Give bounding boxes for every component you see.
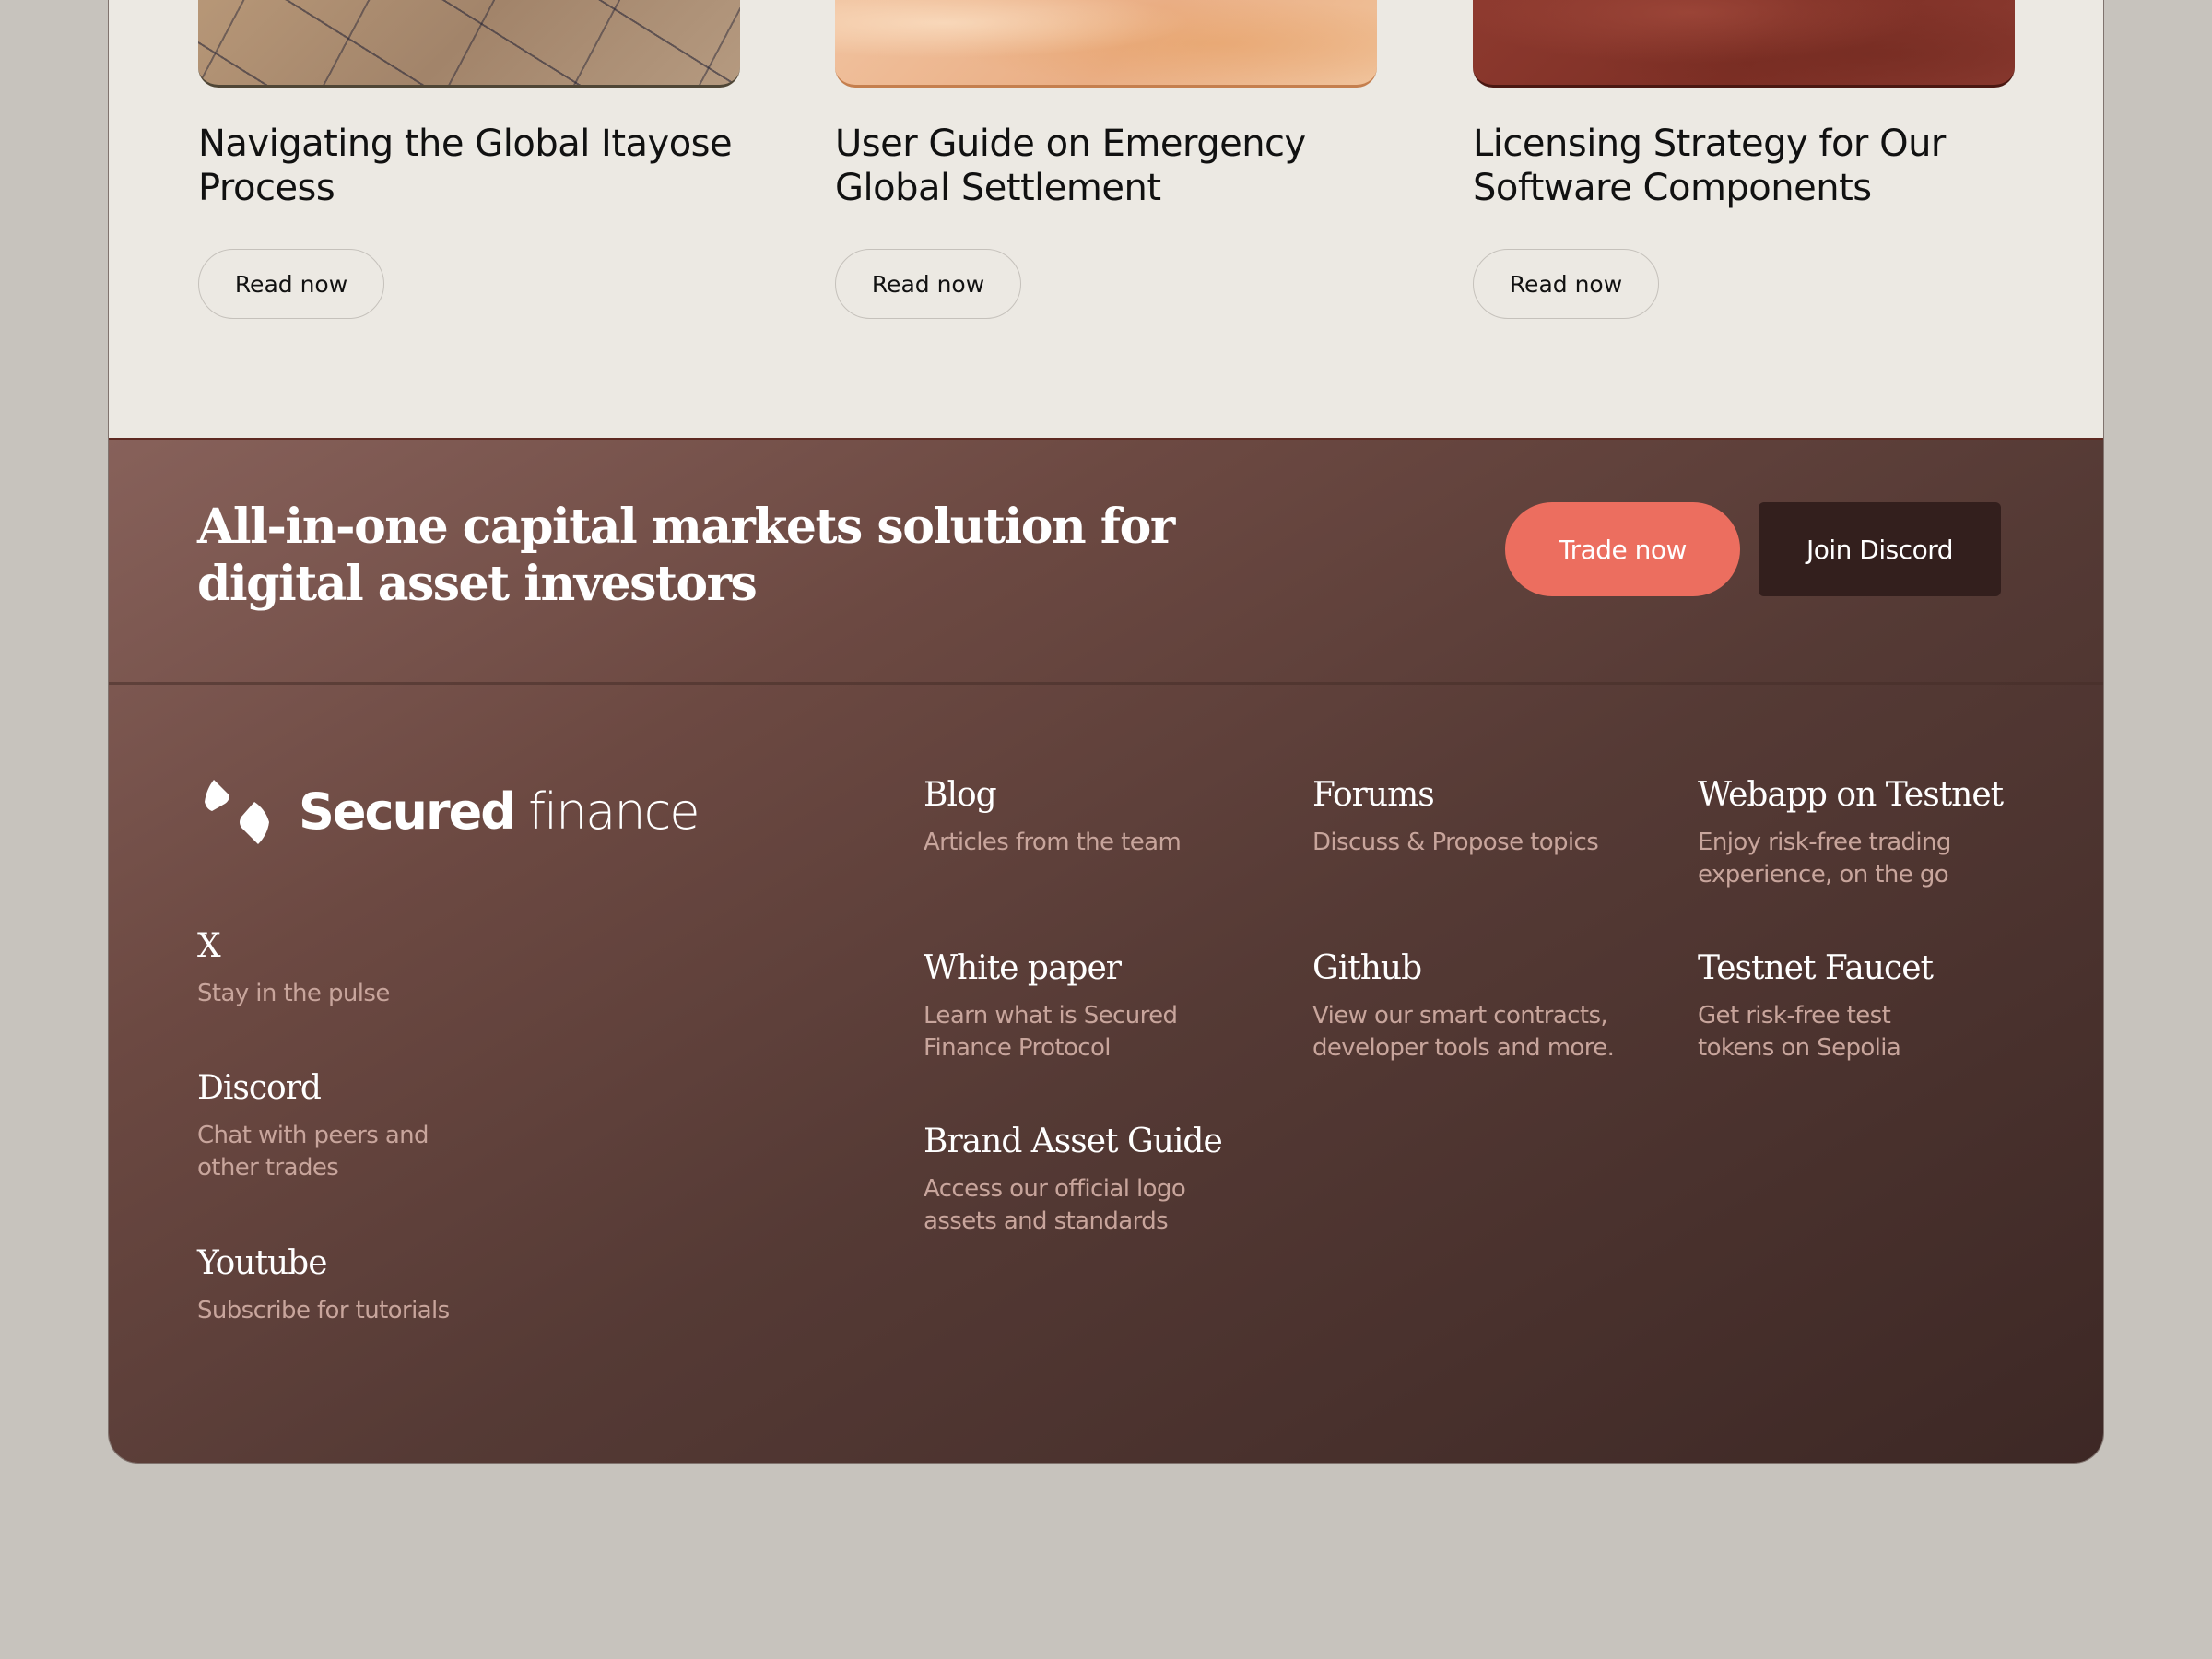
footer-link-testnet-faucet[interactable]: Testnet Faucet Get risk-free test tokens… xyxy=(1698,948,2085,1065)
footer-link-github[interactable]: Github View our smart contracts, develop… xyxy=(1312,948,1700,1065)
read-now-button[interactable]: Read now xyxy=(198,249,384,319)
link-title: Blog xyxy=(924,776,997,814)
link-title: Discord xyxy=(197,1069,322,1107)
link-title: Forums xyxy=(1312,776,1435,814)
footer-link-webapp-testnet[interactable]: Webapp on Testnet Enjoy risk-free tradin… xyxy=(1698,775,2085,891)
footer-link-x[interactable]: X Stay in the pulse xyxy=(197,926,584,1010)
link-description: Learn what is Secured Finance Protocol xyxy=(924,1002,1178,1062)
cta-headline: All-in-one capital markets solution for … xyxy=(197,499,1175,612)
link-title: Youtube xyxy=(197,1244,328,1282)
divider xyxy=(109,682,2103,685)
link-title: Github xyxy=(1312,949,1422,987)
footer-section: All-in-one capital markets solution for … xyxy=(109,440,2103,1463)
article-title[interactable]: Licensing Strategy for Our Software Comp… xyxy=(1473,122,2026,210)
brand-name-light: finance xyxy=(528,782,700,841)
link-description: Articles from the team xyxy=(924,829,1182,856)
article-title[interactable]: User Guide on Emergency Global Settlemen… xyxy=(835,122,1388,210)
brand-name: Secured finance xyxy=(299,782,700,841)
link-description: View our smart contracts, developer tool… xyxy=(1312,1002,1615,1062)
footer-link-brand-asset-guide[interactable]: Brand Asset Guide Access our official lo… xyxy=(924,1122,1311,1238)
link-description: Enjoy risk-free trading experience, on t… xyxy=(1698,829,1951,888)
link-description: Get risk-free test tokens on Sepolia xyxy=(1698,1002,1901,1062)
link-title: White paper xyxy=(924,949,1122,987)
link-description: Chat with peers and other trades xyxy=(197,1122,429,1182)
link-description: Subscribe for tutorials xyxy=(197,1297,450,1324)
link-description: Stay in the pulse xyxy=(197,980,390,1007)
link-title: Testnet Faucet xyxy=(1698,949,1934,987)
link-title: X xyxy=(197,927,221,965)
read-now-button[interactable]: Read now xyxy=(835,249,1021,319)
footer-link-discord[interactable]: Discord Chat with peers and other trades xyxy=(197,1068,584,1184)
footer-link-youtube[interactable]: Youtube Subscribe for tutorials xyxy=(197,1243,584,1327)
footer-link-white-paper[interactable]: White paper Learn what is Secured Financ… xyxy=(924,948,1311,1065)
article-thumbnail[interactable] xyxy=(835,0,1377,88)
footer-link-blog[interactable]: Blog Articles from the team xyxy=(924,775,1311,859)
link-title: Brand Asset Guide xyxy=(924,1123,1223,1160)
articles-section: Navigating the Global Itayose Process Re… xyxy=(109,0,2103,440)
trade-now-button[interactable]: Trade now xyxy=(1505,502,1740,596)
article-thumbnail[interactable] xyxy=(198,0,740,88)
page-card: Navigating the Global Itayose Process Re… xyxy=(109,0,2103,1463)
article-thumbnail[interactable] xyxy=(1473,0,2015,88)
link-description: Discuss & Propose topics xyxy=(1312,829,1599,856)
article-title[interactable]: Navigating the Global Itayose Process xyxy=(198,122,751,210)
link-title: Webapp on Testnet xyxy=(1698,776,2004,814)
footer-link-forums[interactable]: Forums Discuss & Propose topics xyxy=(1312,775,1700,859)
join-discord-button[interactable]: Join Discord xyxy=(1759,502,2001,596)
brand-logo[interactable]: Secured finance xyxy=(201,776,700,846)
secured-finance-logo-icon xyxy=(205,780,269,844)
brand-name-bold: Secured xyxy=(299,782,516,841)
link-description: Access our official logo assets and stan… xyxy=(924,1175,1186,1235)
read-now-button[interactable]: Read now xyxy=(1473,249,1659,319)
